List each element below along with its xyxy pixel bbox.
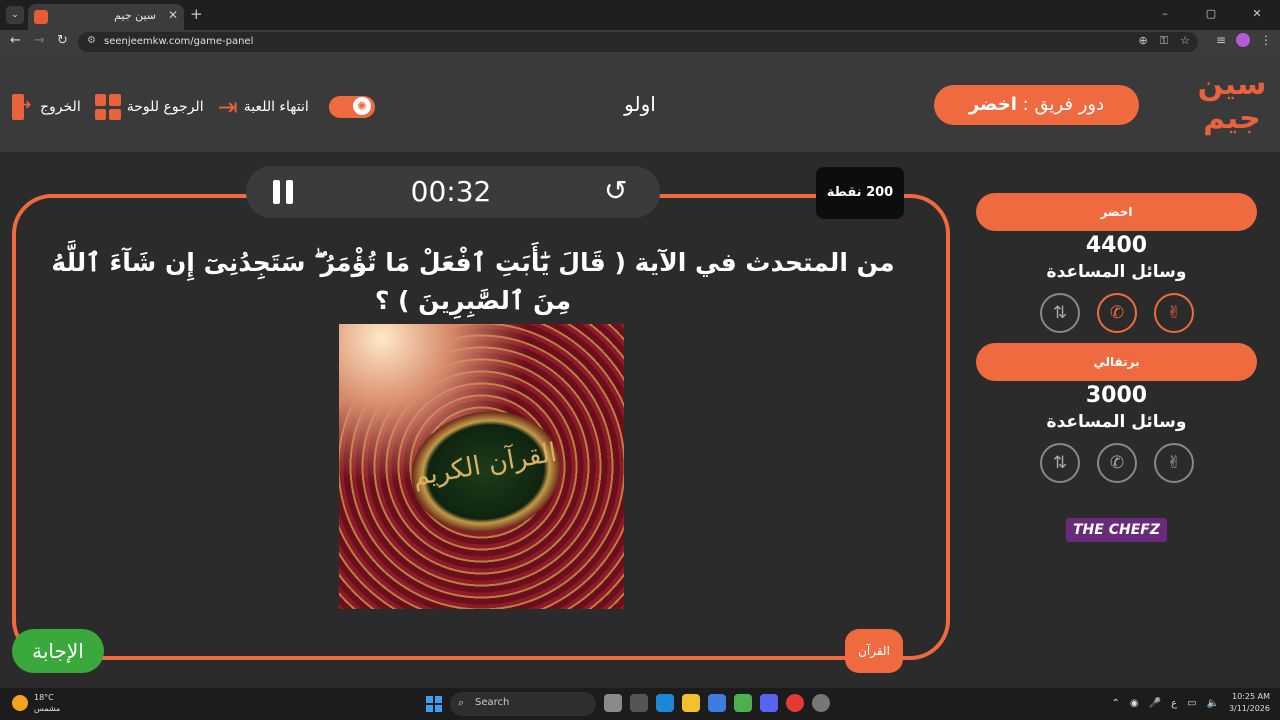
- question-text: من المتحدث في الآية ( قَالَ يَٰٓأَبَتِ ٱ…: [51, 248, 895, 315]
- bookmark-star-icon[interactable]: ☆: [1180, 34, 1190, 48]
- quran-cover-image: القرآن الكريم: [339, 324, 624, 609]
- phone-call-icon[interactable]: ✆: [1097, 443, 1137, 483]
- category-badge: القرآن: [845, 629, 903, 673]
- sponsor-logo[interactable]: THE CHEFZ: [1066, 518, 1167, 542]
- reload-icon[interactable]: ↻: [57, 33, 68, 48]
- reset-timer-icon[interactable]: ↺: [604, 176, 627, 206]
- temperature: 18°C: [34, 693, 54, 702]
- swap-turn-icon[interactable]: ⇅: [1040, 443, 1080, 483]
- search-placeholder: Search: [475, 697, 510, 708]
- file-explorer-icon[interactable]: [682, 694, 700, 712]
- input-language[interactable]: ع: [1171, 698, 1177, 709]
- address-bar[interactable]: ⚙ seenjeemkw.com/game-panel ⊕ ⚿ ☆: [78, 32, 1198, 52]
- end-game-label: انتهاء اللعبة: [243, 99, 309, 115]
- turn-prefix: دور فريق :: [1022, 94, 1105, 115]
- points-badge: 200 نقطة: [816, 167, 904, 219]
- tab-search-button[interactable]: ⌄: [6, 6, 24, 24]
- timer-display: 00:32: [410, 175, 492, 208]
- team-1-help-tools: ⇅ ✆ ✌: [1040, 293, 1194, 333]
- clock-date: 3/11/2026: [1228, 704, 1270, 713]
- minecraft-icon[interactable]: [734, 694, 752, 712]
- taskbar-search[interactable]: ⌕ Search: [450, 692, 596, 716]
- exit-button[interactable]: الخروج: [10, 94, 81, 120]
- menu-kebab-icon[interactable]: ⋮: [1260, 33, 1272, 47]
- os-taskbar: 18°C مشمس ⌕ Search ⌃ ◉ 🎤 ع ▭ 🔈 10:25 AM …: [0, 688, 1280, 720]
- team-2-help-label: وسائل المساعدة: [1046, 412, 1187, 432]
- back-to-board-button[interactable]: الرجوع للوحة: [94, 94, 204, 120]
- url-text[interactable]: seenjeemkw.com/game-panel: [104, 36, 253, 47]
- tray-chevron-icon[interactable]: ⌃: [1112, 698, 1120, 709]
- seenjeem-logo[interactable]: سين جيم: [1196, 68, 1268, 140]
- app-icon[interactable]: [812, 694, 830, 712]
- team-2-score: 3000: [1085, 383, 1148, 408]
- edge-browser-icon[interactable]: [656, 694, 674, 712]
- display-icon[interactable]: ▭: [1187, 698, 1196, 709]
- back-to-board-label: الرجوع للوحة: [126, 99, 204, 115]
- timer-bar: 00:32 ↺: [246, 166, 660, 218]
- clock[interactable]: 10:25 AM 3/11/2026: [1229, 691, 1270, 715]
- minimize-button[interactable]: –: [1142, 0, 1188, 30]
- steam-icon[interactable]: ◉: [1130, 698, 1139, 709]
- swap-turn-icon[interactable]: ⇅: [1040, 293, 1080, 333]
- profile-avatar[interactable]: [1236, 33, 1250, 47]
- sun-icon: [12, 695, 28, 711]
- clock-time: 10:25 AM: [1232, 692, 1270, 701]
- forward-arrow-icon[interactable]: →: [34, 33, 45, 48]
- discord-icon[interactable]: [760, 694, 778, 712]
- taskbar-apps: [604, 694, 830, 712]
- team-2-name: برتقالي: [976, 343, 1257, 381]
- password-key-icon[interactable]: ⚿: [1160, 34, 1168, 48]
- pause-icon[interactable]: [272, 180, 294, 204]
- chrome-icon[interactable]: [786, 694, 804, 712]
- weather-condition: مشمس: [34, 704, 61, 713]
- two-answers-hand-icon[interactable]: ✌: [1154, 443, 1194, 483]
- search-icon: ⌕: [458, 696, 465, 709]
- window-controls: – ▢ ✕: [1142, 0, 1280, 30]
- turn-team-name: اخضر: [968, 94, 1017, 115]
- team-1-score: 4400: [1085, 233, 1148, 258]
- team-2-help-tools: ⇅ ✆ ✌: [1040, 443, 1194, 483]
- two-answers-hand-icon[interactable]: ✌: [1154, 293, 1194, 333]
- windows-start-icon[interactable]: [426, 696, 442, 712]
- exit-label: الخروج: [40, 99, 81, 115]
- browser-toolbar: ← → ↻ ⚙ seenjeemkw.com/game-panel ⊕ ⚿ ☆ …: [0, 30, 1280, 54]
- grid-icon: [94, 94, 121, 120]
- phone-call-icon[interactable]: ✆: [1097, 293, 1137, 333]
- tab-close-icon[interactable]: ✕: [168, 8, 178, 22]
- settings-toggle[interactable]: [328, 96, 375, 118]
- end-game-button[interactable]: ⇥ انتهاء اللعبة: [218, 93, 309, 121]
- tab-title: سين جيم: [114, 9, 156, 22]
- team-1-help-label: وسائل المساعدة: [1046, 262, 1187, 282]
- close-window-button[interactable]: ✕: [1234, 0, 1280, 30]
- site-info-icon[interactable]: ⚙: [87, 35, 96, 46]
- new-tab-button[interactable]: +: [190, 5, 203, 23]
- zoom-icon[interactable]: ⊕: [1139, 34, 1148, 48]
- back-arrow-icon[interactable]: ←: [10, 33, 21, 48]
- current-team-label: اولو: [624, 92, 656, 116]
- exit-door-icon: [10, 94, 34, 120]
- weather-widget[interactable]: 18°C مشمس: [12, 692, 60, 714]
- store-icon[interactable]: [708, 694, 726, 712]
- browser-tab[interactable]: سين جيم ✕: [28, 4, 184, 30]
- task-view-icon[interactable]: [604, 694, 622, 712]
- medallion-text: القرآن الكريم: [410, 437, 560, 493]
- extensions-icon[interactable]: ≡: [1216, 33, 1226, 47]
- microphone-icon[interactable]: 🎤: [1149, 698, 1161, 709]
- answer-button[interactable]: الإجابة: [12, 629, 104, 673]
- media-app-icon[interactable]: [630, 694, 648, 712]
- browser-tabbar: ⌄ سين جيم ✕ + – ▢ ✕: [0, 0, 1280, 30]
- end-arrow-icon: ⇥: [217, 93, 238, 121]
- team-1-name: اخضر: [976, 193, 1257, 231]
- site-favicon-icon: [34, 10, 48, 24]
- header-actions: الخروج الرجوع للوحة ⇥ انتهاء اللعبة: [10, 92, 375, 122]
- quran-medallion: القرآن الكريم: [401, 399, 571, 545]
- game-header: سين جيم دور فريق : اخضر اولو الخروج الرج…: [0, 54, 1280, 152]
- system-tray: ⌃ ◉ 🎤 ع ▭ 🔈 10:25 AM 3/11/2026: [1112, 691, 1270, 715]
- volume-icon[interactable]: 🔈: [1207, 698, 1219, 709]
- turn-indicator: دور فريق : اخضر: [934, 85, 1139, 125]
- maximize-button[interactable]: ▢: [1188, 0, 1234, 30]
